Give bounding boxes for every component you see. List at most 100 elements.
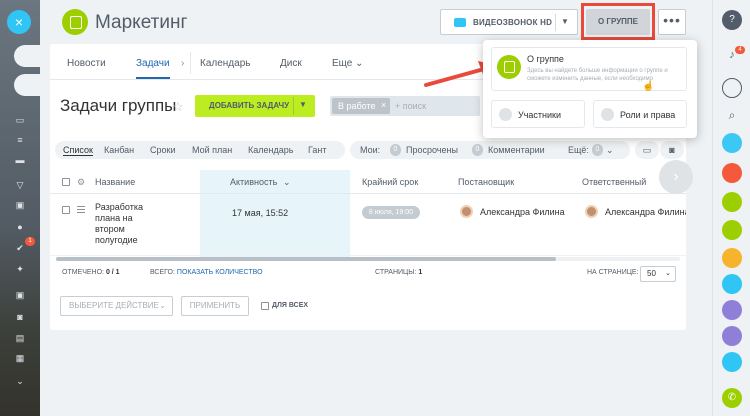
phone-icon[interactable]: ✆: [722, 388, 742, 408]
chevron-down-icon[interactable]: ▼: [299, 100, 307, 109]
lock-icon[interactable]: [722, 163, 742, 183]
more-button[interactable]: •••: [658, 9, 686, 35]
filter-tag[interactable]: В работе ×: [332, 98, 390, 114]
bulk-action-select[interactable]: ВЫБЕРИТЕ ДЕЙСТВИЕ ⌄: [60, 296, 173, 316]
about-group-button[interactable]: О ГРУППЕ: [586, 9, 650, 35]
column-creator[interactable]: Постановщик: [458, 177, 514, 187]
column-activity[interactable]: Активность: [230, 177, 277, 187]
chat-icon[interactable]: ▭: [635, 141, 659, 159]
menu-icon[interactable]: [77, 206, 85, 213]
chevron-down-icon: ⌄: [159, 301, 166, 310]
chat-icon[interactable]: [722, 274, 742, 294]
column-responsible[interactable]: Ответственный: [582, 177, 646, 187]
view-calendar[interactable]: Календарь: [248, 145, 293, 155]
table-row[interactable]: Разработка плана на втором полугодие 17 …: [50, 194, 686, 256]
view-deadlines[interactable]: Сроки: [150, 145, 175, 155]
row-checkbox[interactable]: [62, 206, 70, 214]
apply-button[interactable]: ПРИМЕНИТЬ: [181, 296, 249, 316]
view-list[interactable]: Список: [63, 145, 93, 156]
select-all-checkbox[interactable]: [62, 178, 70, 186]
column-name[interactable]: Название: [95, 177, 135, 187]
per-page-label: НА СТРАНИЦЕ:: [587, 269, 639, 276]
briefcase-icon[interactable]: ▣: [14, 200, 26, 210]
tab-tasks[interactable]: Задачи: [136, 58, 170, 69]
show-count-link[interactable]: ПОКАЗАТЬ КОЛИЧЕСТВО: [177, 269, 263, 276]
group-icon[interactable]: [722, 326, 742, 346]
settings-icon[interactable]: ⚙: [77, 177, 85, 188]
tasks-icon[interactable]: ✔: [14, 243, 26, 253]
inbox-icon[interactable]: ▬: [14, 155, 26, 165]
column-deadline[interactable]: Крайний срок: [362, 177, 418, 187]
overdue-count[interactable]: 0: [390, 144, 401, 156]
close-icon[interactable]: ×: [7, 10, 31, 34]
overdue-label[interactable]: Просрочены: [406, 145, 458, 155]
help-icon[interactable]: ?: [722, 10, 742, 30]
scrollbar-thumb[interactable]: [56, 257, 556, 261]
history-icon[interactable]: [722, 78, 742, 98]
search-icon[interactable]: ⌕: [722, 105, 742, 125]
close-icon[interactable]: ×: [381, 100, 386, 110]
active-tab-indicator: [136, 77, 170, 79]
page-header: Маркетинг ВИДЕОЗВОНОК HD ▼ О ГРУППЕ •••: [40, 0, 712, 44]
more-counters-count[interactable]: 0: [592, 144, 603, 156]
for-all-checkbox[interactable]: [261, 302, 269, 310]
database-icon[interactable]: ▦: [14, 353, 26, 363]
about-title: О группе: [527, 54, 564, 64]
about-group-item[interactable]: О группе Здесь вы найдете больше информа…: [491, 47, 687, 92]
per-page-select[interactable]: 50 ⌄: [640, 266, 676, 282]
section-title: Задачи группы: [60, 96, 177, 115]
table-header: ⚙ Название Активность ⌄ Крайний срок Пос…: [50, 170, 686, 194]
filter-search-field[interactable]: В работе × + поиск: [330, 96, 480, 116]
external-link-icon[interactable]: [14, 45, 40, 67]
settings-icon[interactable]: ✦: [14, 264, 26, 274]
group-icon[interactable]: ●: [14, 222, 26, 232]
creator-name[interactable]: Александра Филина: [480, 207, 565, 217]
horizontal-scrollbar[interactable]: [56, 257, 680, 261]
avatar[interactable]: [460, 205, 473, 218]
chevron-down-icon[interactable]: ⌄: [14, 376, 26, 386]
view-my-plan[interactable]: Мой план: [192, 145, 232, 155]
chevron-down-icon[interactable]: ⌄: [355, 58, 363, 69]
list-icon[interactable]: ≡: [14, 135, 26, 145]
contact-icon[interactable]: [722, 352, 742, 372]
view-gantt[interactable]: Гант: [308, 145, 326, 155]
roles-button[interactable]: Роли и права: [593, 100, 687, 128]
lock-icon[interactable]: [722, 133, 742, 153]
comments-label[interactable]: Комментарии: [488, 145, 545, 155]
lock-icon[interactable]: [722, 192, 742, 212]
search-input[interactable]: + поиск: [395, 101, 426, 111]
avatar[interactable]: [722, 248, 742, 268]
members-button[interactable]: Участники: [491, 100, 585, 128]
for-all-label: ДЛЯ ВСЕХ: [272, 302, 309, 309]
robot-icon[interactable]: ◙: [660, 141, 684, 159]
video-call-button[interactable]: ВИДЕОЗВОНОК HD ▼: [440, 9, 578, 35]
task-title-link[interactable]: Разработка плана на втором полугодие: [95, 202, 155, 246]
about-popup: О группе Здесь вы найдете больше информа…: [483, 40, 697, 138]
camera-icon: [454, 18, 466, 27]
filter-icon[interactable]: ▽: [14, 180, 26, 190]
tab-disk[interactable]: Диск: [280, 58, 302, 69]
chevron-down-icon[interactable]: ⌄: [283, 177, 291, 188]
scroll-right-button[interactable]: ›: [659, 160, 693, 194]
tab-calendar[interactable]: Календарь: [200, 58, 250, 69]
video-call-label: ВИДЕОЗВОНОК HD: [473, 18, 553, 27]
chevron-down-icon[interactable]: ⌄: [606, 145, 614, 156]
divider: [293, 97, 294, 115]
tab-more[interactable]: Еще: [332, 58, 352, 69]
comments-count[interactable]: 0: [472, 144, 483, 156]
chart-icon[interactable]: ▤: [14, 333, 26, 343]
responsible-name[interactable]: Александра Филина: [605, 207, 686, 217]
attachment-icon[interactable]: [14, 74, 40, 96]
chevron-down-icon[interactable]: ▼: [561, 17, 569, 26]
lock-icon[interactable]: [722, 220, 742, 240]
group-icon[interactable]: [722, 300, 742, 320]
tab-news[interactable]: Новости: [67, 58, 106, 69]
view-kanban[interactable]: Канбан: [104, 145, 134, 155]
add-task-button[interactable]: ДОБАВИТЬ ЗАДАЧУ ▼: [195, 95, 315, 117]
document-icon[interactable]: ▭: [14, 115, 26, 125]
robot-icon[interactable]: ◙: [14, 312, 26, 322]
deadline-badge[interactable]: 8 июля, 19:00: [362, 206, 420, 219]
briefcase-icon[interactable]: ▣: [14, 290, 26, 300]
star-icon[interactable]: ☆: [172, 99, 184, 115]
avatar[interactable]: [585, 205, 598, 218]
